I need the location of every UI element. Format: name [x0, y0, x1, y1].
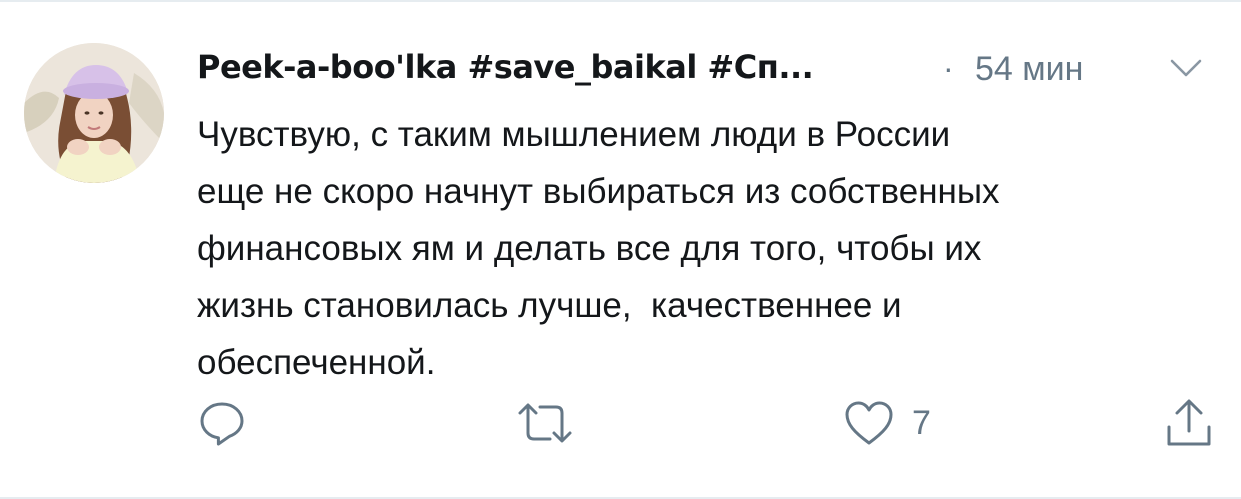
retweet-icon: [516, 399, 574, 447]
author-name[interactable]: Peek-a-boo'lka #save_baikal #Сп...: [197, 48, 814, 86]
top-divider: [0, 0, 1241, 2]
separator-dot: ·: [943, 50, 954, 86]
action-bar: 7: [0, 395, 1241, 455]
reply-icon: [198, 399, 246, 447]
reply-button[interactable]: [198, 395, 246, 451]
heart-icon: [844, 399, 894, 447]
tweet-header: Peek-a-boo'lka #save_baikal #Сп... · 54 …: [197, 44, 1227, 96]
timestamp[interactable]: 54 мин: [975, 50, 1083, 89]
chevron-down-icon[interactable]: [1169, 56, 1203, 80]
share-button[interactable]: [1164, 395, 1214, 451]
like-count: 7: [912, 403, 931, 442]
avatar[interactable]: [24, 43, 164, 183]
tweet-text: Чувствую, с таким мышлением люди в Росси…: [197, 115, 1000, 382]
retweet-button[interactable]: [516, 395, 574, 451]
share-icon: [1164, 397, 1214, 449]
avatar-image: [24, 43, 164, 183]
like-button[interactable]: 7: [844, 395, 931, 451]
